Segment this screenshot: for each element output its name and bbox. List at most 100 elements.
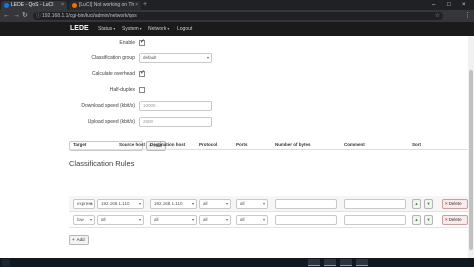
brand-logo[interactable]: LEDE (70, 22, 89, 36)
arrow-down-icon: ▼ (426, 201, 431, 206)
button-label: Delete (448, 201, 462, 206)
select-value: all (203, 217, 208, 222)
move-up-button[interactable]: ▲ (412, 215, 421, 225)
button-label: Delete (448, 217, 462, 222)
url-text: 192.168.1.1/cgi-bin/luci/admin/network/q… (42, 13, 137, 19)
taskbar-app-icon[interactable] (308, 259, 320, 266)
destination-host-select[interactable]: 192.168.1.110 ▾ (150, 199, 197, 209)
bookmark-star-icon[interactable]: ☆ (435, 12, 440, 20)
browser-tab-strip: LEDE - QoS - LuCI × [LuCI] Not working o… (0, 0, 474, 10)
target-select[interactable]: express ▾ (73, 199, 95, 209)
arrow-up-icon: ▲ (414, 217, 419, 222)
nav-label: System (122, 26, 139, 32)
comment-input[interactable] (344, 199, 406, 209)
delete-rule-button[interactable]: ×Delete (442, 199, 468, 209)
close-tab-icon[interactable]: × (135, 1, 138, 10)
taskbar-app-icon[interactable] (340, 259, 352, 266)
select-value: all (240, 217, 245, 222)
bytes-input[interactable] (275, 199, 337, 209)
close-window-button[interactable]: × (462, 0, 466, 10)
select-value: all (101, 217, 106, 222)
chevron-down-icon: ▾ (191, 201, 194, 206)
taskbar-app-icon[interactable] (356, 259, 368, 266)
move-down-button[interactable]: ▼ (424, 215, 433, 225)
source-host-select[interactable]: 192.168.1.110 ▾ (97, 199, 144, 209)
classification-group-select[interactable]: default ▾ (139, 53, 212, 63)
half-duplex-label: Half-duplex (109, 87, 135, 93)
add-rule-button[interactable]: + Add (69, 235, 89, 245)
calculate-overhead-checkbox[interactable] (139, 69, 145, 77)
protocol-select[interactable]: all ▾ (199, 215, 231, 225)
start-button-icon[interactable] (2, 259, 10, 266)
checkbox-box (139, 87, 145, 93)
select-value: default (143, 55, 157, 60)
row-calculate-overhead: Calculate overhead (0, 68, 470, 80)
info-icon[interactable]: ⓘ (36, 13, 41, 19)
browser-menu-icon[interactable]: ⋮ (464, 11, 471, 21)
url-field[interactable]: ⓘ 192.168.1.1/cgi-bin/luci/admin/network… (33, 12, 443, 20)
upload-speed-label: Upload speed (kbit/s) (87, 119, 135, 125)
source-host-select[interactable]: all ▾ (97, 215, 144, 225)
delete-icon: × (445, 217, 448, 222)
chevron-down-icon: ▾ (138, 217, 141, 222)
nav-status[interactable]: Status▾ (98, 22, 115, 36)
ports-select[interactable]: all ▾ (236, 199, 268, 209)
chevron-down-icon: ▾ (262, 201, 265, 206)
column-header: Number of bytes (275, 142, 311, 147)
row-classification-group: Classification group default ▾ (0, 52, 470, 64)
row-enable: Enable (0, 37, 470, 49)
reload-icon[interactable]: ↻ (22, 11, 28, 21)
select-value: 192.168.1.110 (101, 201, 130, 206)
chevron-down-icon: ▾ (262, 217, 265, 222)
chevron-down-icon: ▾ (225, 201, 228, 206)
maximize-window-button[interactable]: □ (447, 0, 451, 10)
back-icon[interactable]: ← (3, 11, 10, 21)
column-header: Ports (236, 142, 248, 147)
chevron-down-icon: ▾ (89, 201, 92, 206)
move-up-button[interactable]: ▲ (412, 199, 421, 209)
upload-speed-input[interactable]: 2500 (139, 117, 212, 127)
browser-address-bar: ← → ↻ ⓘ 192.168.1.1/cgi-bin/luci/admin/n… (0, 10, 474, 22)
enable-label: Enable (119, 40, 135, 46)
column-header: Protocol (199, 142, 218, 147)
taskbar-app-icon[interactable] (324, 259, 336, 266)
browser-tab-forum[interactable]: [LuCI] Not working on Th × (69, 1, 141, 10)
new-tab-button[interactable]: + (143, 1, 147, 9)
select-value: low (77, 217, 84, 222)
bytes-input[interactable] (275, 215, 337, 225)
destination-host-select[interactable]: all ▾ (150, 215, 197, 225)
comment-input[interactable] (344, 215, 406, 225)
nav-logout[interactable]: Logout (177, 22, 192, 36)
half-duplex-checkbox[interactable] (139, 85, 145, 93)
nav-system[interactable]: System▾ (122, 22, 142, 36)
chevron-down-icon: ▾ (206, 55, 209, 60)
select-value: 192.168.1.110 (154, 201, 183, 206)
enable-checkbox[interactable] (139, 38, 145, 46)
column-header: Source host (119, 142, 146, 147)
scrollbar-thumb[interactable] (469, 70, 473, 250)
os-taskbar (0, 258, 474, 267)
plus-icon: + (72, 237, 75, 242)
target-select[interactable]: low ▾ (73, 215, 95, 225)
table-row: low ▾ all ▾ all ▾ all ▾ all ▾ ▲ ▼ ×Delete (69, 212, 468, 228)
forward-icon[interactable]: → (13, 11, 20, 21)
classification-group-label: Classification group (91, 55, 135, 61)
close-tab-icon[interactable]: × (61, 1, 64, 10)
download-speed-input[interactable]: 10000 (139, 101, 212, 111)
luci-favicon-icon (4, 3, 9, 8)
delete-rule-button[interactable]: ×Delete (442, 215, 468, 225)
minimize-window-button[interactable]: – (432, 0, 435, 10)
column-header: Target (73, 142, 87, 147)
protocol-select[interactable]: all ▾ (199, 199, 231, 209)
button-label: Add (76, 237, 85, 242)
nav-network[interactable]: Network▾ (148, 22, 169, 36)
table-row: express ▾ 192.168.1.110 ▾ 192.168.1.110 ▾ a… (69, 196, 468, 212)
browser-tab-luci[interactable]: LEDE - QoS - LuCI × (1, 1, 67, 10)
move-down-button[interactable]: ▼ (424, 199, 433, 209)
ports-select[interactable]: all ▾ (236, 215, 268, 225)
chevron-down-icon: ▾ (138, 201, 141, 206)
caret-down-icon: ▾ (113, 26, 116, 31)
browser-tab-title: LEDE - QoS - LuCI (11, 2, 54, 8)
checkbox-box (139, 70, 145, 77)
chevron-down-icon: ▾ (89, 217, 92, 222)
